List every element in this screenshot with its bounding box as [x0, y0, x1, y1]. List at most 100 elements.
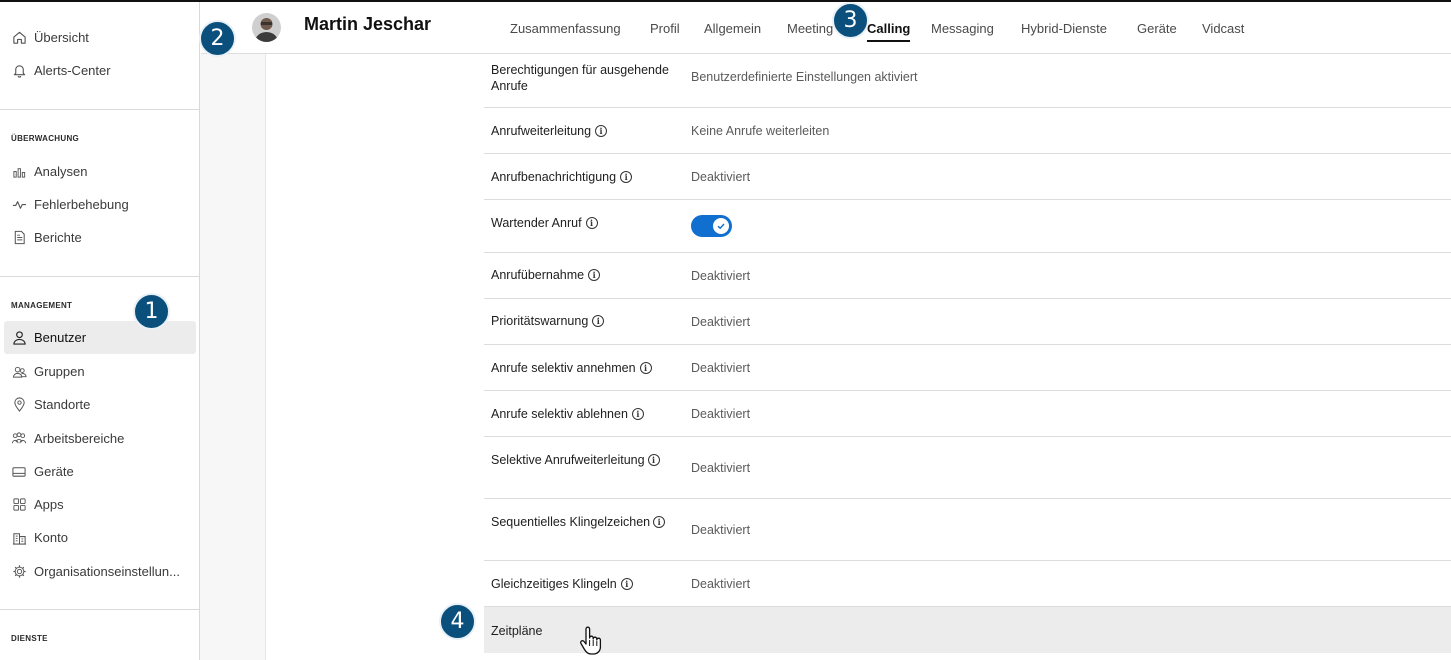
sidebar-item-konto[interactable]: Konto	[4, 521, 196, 554]
sidebar-item-standorte[interactable]: Standorte	[4, 388, 196, 421]
setting-label: Berechtigungen für ausgehende Anrufe	[491, 63, 669, 93]
sidebar-item-label: Berichte	[34, 230, 82, 245]
info-icon[interactable]: i	[639, 362, 652, 374]
sidebar-item-analysen[interactable]: Analysen	[4, 155, 196, 188]
step-marker-3: 3	[832, 2, 869, 39]
avatar	[252, 13, 281, 42]
setting-label: Sequentielles Klingelzeichen i	[491, 514, 676, 530]
content-gutter	[200, 54, 266, 660]
setting-value: Benutzerdefinierte Einstellungen aktivie…	[691, 70, 918, 84]
step-marker-2: 2	[199, 20, 236, 57]
setting-label: Wartender Anruf i	[491, 215, 681, 231]
setting-label: Prioritätswarnung i	[491, 313, 681, 329]
sidebar-item-label: Benutzer	[34, 330, 87, 345]
setting-row-selektive-anrufweiterleitung[interactable]: Selektive Anrufweiterleitung i Deaktivier…	[484, 437, 1451, 499]
setting-value: Deaktiviert	[691, 523, 751, 537]
setting-row-zeitplaene[interactable]: Zeitpläne	[484, 607, 1451, 653]
tab-messaging[interactable]: Messaging	[931, 21, 994, 36]
sidebar-item-label: Apps	[34, 497, 64, 512]
info-icon[interactable]: i	[592, 315, 605, 327]
setting-row-prioritaetswarnung[interactable]: Prioritätswarnung i Deaktiviert	[484, 299, 1451, 345]
setting-row-wartender-anruf[interactable]: Wartender Anruf i	[484, 200, 1451, 253]
tab-profil[interactable]: Profil	[650, 21, 680, 36]
sidebar-item-label: Gruppen	[34, 364, 85, 379]
sidebar-item-benutzer[interactable]: Benutzer	[4, 321, 196, 354]
tab-allgemein[interactable]: Allgemein	[704, 21, 761, 36]
setting-label: Anrufbenachrichtigung i	[491, 169, 681, 185]
setting-row-anrufuebernahme[interactable]: Anrufübernahme i Deaktiviert	[484, 253, 1451, 299]
sidebar-item-geraete[interactable]: Geräte	[4, 455, 196, 488]
toggle-knob	[713, 218, 729, 234]
setting-value: Deaktiviert	[691, 269, 751, 283]
bell-icon	[11, 63, 27, 79]
sidebar-item-label: Arbeitsbereiche	[34, 431, 125, 446]
home-icon	[11, 30, 27, 46]
section-title-ueberwachung: ÜBERWACHUNG	[11, 134, 80, 143]
section-title-dienste: DIENSTE	[11, 634, 48, 643]
user-icon	[11, 330, 27, 346]
setting-row-gleichzeitiges-klingeln[interactable]: Gleichzeitiges Klingeln i Deaktiviert	[484, 561, 1451, 607]
sidebar-item-label: Alerts-Center	[34, 63, 111, 78]
step-marker-4: 4	[439, 603, 476, 640]
location-pin-icon	[11, 397, 27, 413]
sidebar-item-fehlerbehebung[interactable]: Fehlerbehebung	[4, 188, 196, 221]
setting-value: Deaktiviert	[691, 461, 751, 475]
setting-label: Anrufweiterleitung i	[491, 123, 681, 139]
info-icon[interactable]: i	[647, 454, 660, 466]
info-icon[interactable]: i	[588, 269, 601, 281]
setting-row-selektiv-annehmen[interactable]: Anrufe selektiv annehmen i Deaktiviert	[484, 345, 1451, 391]
info-icon[interactable]: i	[620, 578, 633, 590]
tab-meeting[interactable]: Meeting	[787, 21, 833, 36]
setting-row-ausgehende-anrufe[interactable]: Berechtigungen für ausgehende Anrufe Ben…	[484, 54, 1451, 108]
pulse-icon	[11, 197, 27, 213]
sidebar-divider	[0, 609, 199, 610]
tab-calling[interactable]: Calling	[867, 21, 911, 42]
setting-label: Anrufübernahme i	[491, 267, 681, 283]
sidebar-item-alerts-center[interactable]: Alerts-Center	[4, 54, 196, 87]
sidebar-item-label: Standorte	[34, 397, 91, 412]
check-icon	[717, 223, 725, 230]
sidebar-item-berichte[interactable]: Berichte	[4, 221, 196, 254]
sidebar-divider	[0, 276, 199, 277]
tab-vidcast[interactable]: Vidcast	[1202, 21, 1244, 36]
sidebar-item-label: Analysen	[34, 164, 88, 179]
setting-row-anrufbenachrichtigung[interactable]: Anrufbenachrichtigung i Deaktiviert	[484, 154, 1451, 200]
sidebar-item-label: Geräte	[34, 464, 74, 479]
setting-label: Selektive Anrufweiterleitung i	[491, 452, 676, 468]
setting-row-selektiv-ablehnen[interactable]: Anrufe selektiv ablehnen i Deaktiviert	[484, 391, 1451, 437]
report-icon	[11, 230, 27, 246]
wartender-anruf-toggle[interactable]	[691, 215, 732, 237]
setting-value: Deaktiviert	[691, 170, 751, 184]
user-header: Martin Jeschar Zusammenfassung Profil Al…	[201, 2, 1451, 54]
bar-chart-icon	[11, 164, 27, 180]
sidebar-divider	[0, 109, 199, 110]
sidebar-item-uebersicht[interactable]: Übersicht	[4, 21, 196, 54]
info-icon[interactable]: i	[620, 171, 633, 183]
sidebar-item-label: Übersicht	[34, 30, 89, 45]
info-icon[interactable]: i	[653, 516, 666, 528]
tab-geraete[interactable]: Geräte	[1137, 21, 1177, 36]
sidebar-item-organisationseinstellungen[interactable]: Organisationseinstellun...	[4, 555, 196, 588]
sidebar: Übersicht Alerts-Center ÜBERWACHUNG Anal…	[0, 2, 200, 660]
section-title-management: MANAGEMENT	[11, 301, 73, 310]
device-icon	[11, 464, 27, 480]
setting-row-anrufweiterleitung[interactable]: Anrufweiterleitung i Keine Anrufe weiterl…	[484, 108, 1451, 154]
tab-hybrid-dienste[interactable]: Hybrid-Dienste	[1021, 21, 1107, 36]
setting-value: Deaktiviert	[691, 315, 751, 329]
info-icon[interactable]: i	[585, 217, 598, 229]
sidebar-item-apps[interactable]: Apps	[4, 488, 196, 521]
sidebar-item-label: Konto	[34, 530, 68, 545]
setting-label: Anrufe selektiv ablehnen i	[491, 406, 691, 422]
info-icon[interactable]: i	[631, 408, 644, 420]
setting-value: Deaktiviert	[691, 577, 751, 591]
building-icon	[11, 530, 27, 546]
info-icon[interactable]: i	[595, 125, 608, 137]
setting-row-sequentielles-klingelzeichen[interactable]: Sequentielles Klingelzeichen i Deaktivier…	[484, 499, 1451, 561]
sidebar-item-arbeitsbereiche[interactable]: Arbeitsbereiche	[4, 422, 196, 455]
sidebar-item-gruppen[interactable]: Gruppen	[4, 355, 196, 388]
setting-value: Deaktiviert	[691, 407, 751, 421]
tab-zusammenfassung[interactable]: Zusammenfassung	[510, 21, 621, 36]
apps-grid-icon	[11, 497, 27, 513]
setting-label: Gleichzeitiges Klingeln i	[491, 576, 681, 592]
workspaces-icon	[11, 431, 27, 447]
